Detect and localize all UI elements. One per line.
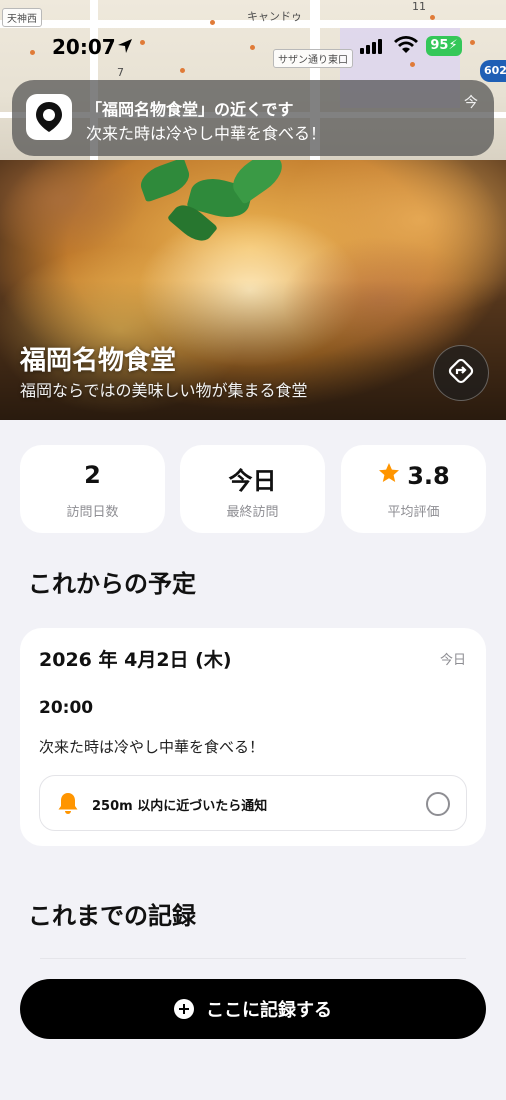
upcoming-section-title: これからの予定 (28, 570, 196, 598)
app-icon (26, 94, 72, 140)
place-description: 福岡ならではの美味しい物が集まる食堂 (20, 381, 308, 400)
proximity-notification[interactable]: 「福岡名物食堂」の近くです 次来た時は冷やし中華を食べる！ 今 (12, 80, 494, 156)
directions-icon (447, 357, 475, 389)
star-icon (377, 461, 401, 491)
record-here-label: ここに記録する (206, 1000, 332, 1021)
notify-radio[interactable] (426, 792, 450, 816)
hero-image: 天神西 キャンドゥ サザン通り東口 11 7 602 20:07 95⚡ 「福岡… (0, 0, 506, 420)
plan-date: 2026 年 4月2日 (木) (39, 649, 232, 671)
status-time: 20:07 (52, 35, 116, 59)
directions-button[interactable] (433, 345, 489, 401)
history-section-title: これまでの記録 (28, 902, 196, 930)
battery-level: 95 (430, 38, 449, 53)
stat-last-visit: 今日 最終訪問 (180, 445, 325, 533)
map-label-shop: キャンドゥ (247, 10, 302, 23)
stat-value-row: 3.8 (341, 461, 486, 491)
proximity-notify-toggle[interactable]: 250m 以内に近づいたら通知 (39, 775, 467, 831)
notification-body: 次来た時は冷やし中華を食べる！ (86, 124, 327, 143)
upcoming-plan-card[interactable]: 2026 年 4月2日 (木) 今日 20:00 次来た時は冷やし中華を食べる！… (20, 628, 486, 846)
plan-relative-day: 今日 (439, 653, 466, 668)
stat-label: 平均評価 (387, 505, 440, 520)
stat-average-rating: 3.8 平均評価 (341, 445, 486, 533)
cellular-signal-icon (360, 38, 384, 58)
history-divider (40, 958, 466, 959)
wifi-icon (394, 36, 418, 58)
map-label-exit: サザン通り東口 (273, 49, 353, 68)
plus-circle-icon (174, 999, 194, 1019)
place-name: 福岡名物食堂 (20, 346, 177, 376)
plan-time: 20:00 (39, 698, 94, 718)
map-label-station: 天神西 (2, 8, 42, 27)
battery-indicator: 95⚡ (426, 36, 462, 56)
map-route-badge: 602 (480, 60, 506, 82)
parsley-garnish (136, 157, 194, 203)
record-here-button[interactable]: ここに記録する (20, 979, 486, 1039)
notification-time: 今 (464, 95, 478, 111)
notification-title: 「福岡名物食堂」の近くです (86, 100, 294, 119)
location-arrow-icon (117, 38, 133, 58)
stat-value: 2 (84, 461, 101, 489)
charging-bolt-icon: ⚡ (448, 38, 458, 53)
stat-value: 3.8 (407, 462, 450, 490)
plan-note: 次来た時は冷やし中華を食べる！ (39, 738, 265, 756)
bell-icon (57, 791, 79, 819)
map-label-number: 7 (117, 66, 124, 79)
stat-visit-days: 2 訪問日数 (20, 445, 165, 533)
stat-label: 最終訪問 (226, 505, 279, 520)
notify-label: 250m 以内に近づいたら通知 (92, 799, 268, 814)
stat-value: 今日 (228, 467, 277, 495)
stat-label: 訪問日数 (66, 505, 119, 520)
map-label-number: 11 (412, 0, 426, 13)
